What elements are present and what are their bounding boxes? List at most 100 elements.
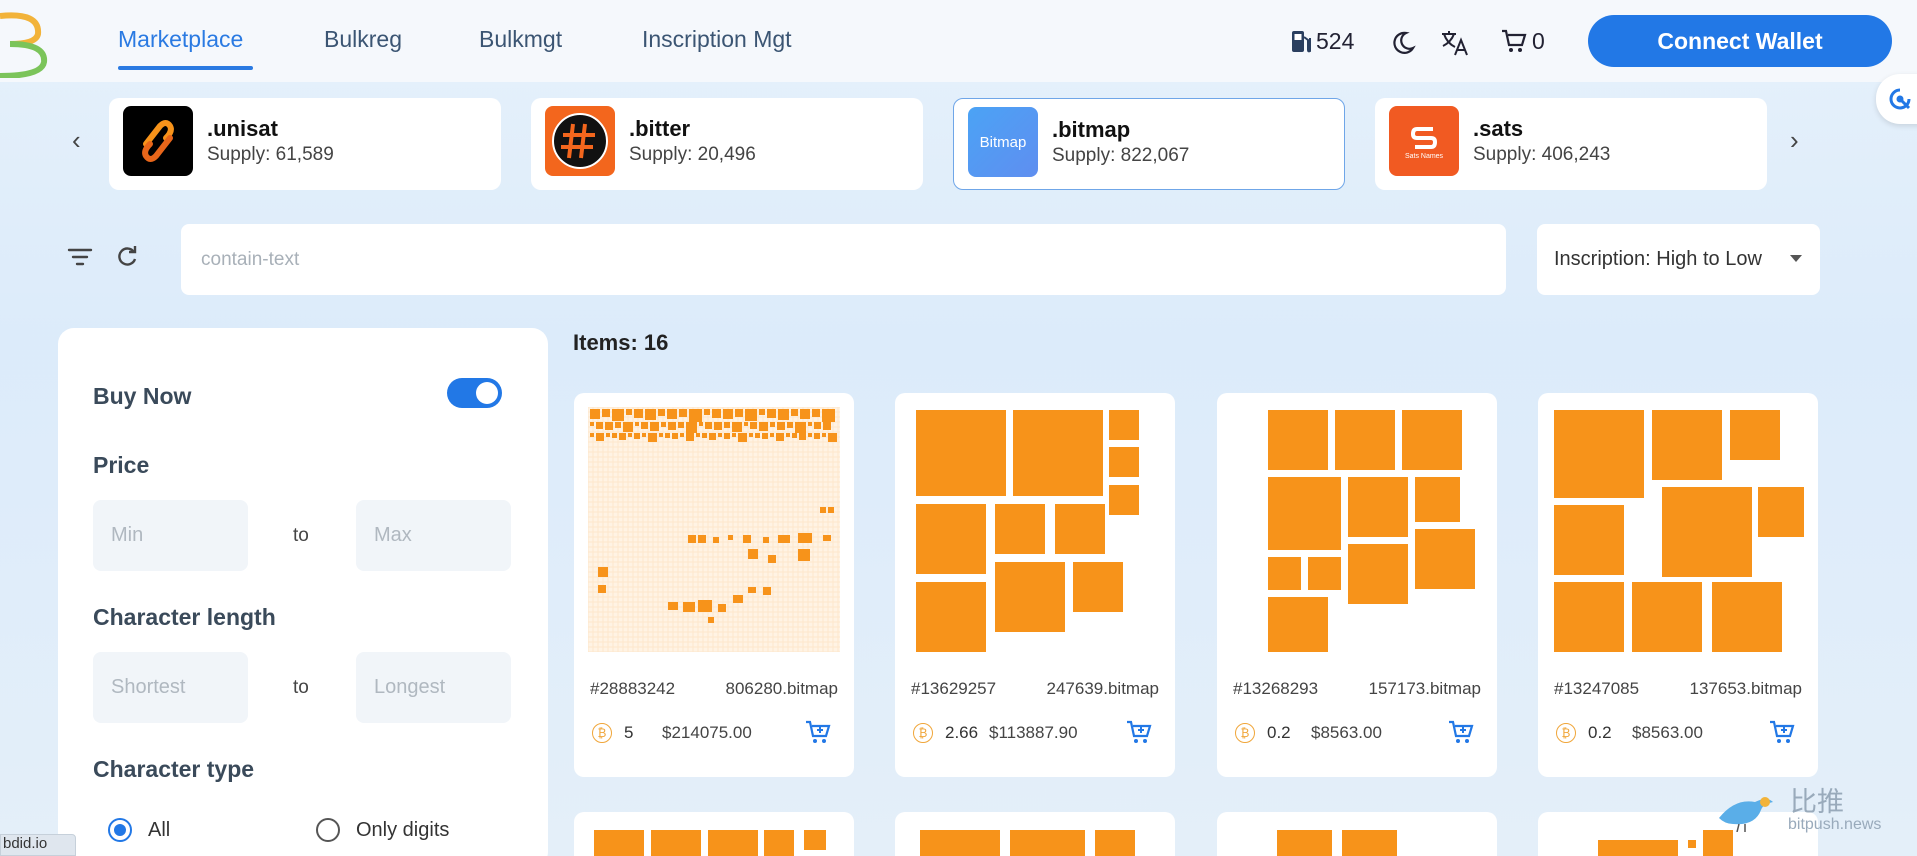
- item-inscription-number: #13247085: [1554, 679, 1640, 698]
- mosaic-block: [712, 409, 721, 418]
- radio-only-digits[interactable]: [316, 818, 340, 842]
- length-min-input[interactable]: [93, 652, 248, 723]
- item-card[interactable]: #13268293 157173.bitmap ₿ 0.2 $8563.00: [1217, 393, 1497, 777]
- length-max-input[interactable]: [356, 652, 511, 723]
- item-price-btc: 2.66: [945, 723, 979, 742]
- bitmap-artwork: [588, 407, 840, 652]
- mosaic-block: [680, 433, 684, 437]
- helper-icon: [1889, 88, 1911, 110]
- item-price-btc: 0.2: [1267, 723, 1291, 742]
- mosaic-block: [759, 409, 765, 415]
- item-price-usd: $113887.90: [989, 723, 1078, 742]
- price-max-input[interactable]: [356, 500, 511, 571]
- carousel-prev-button[interactable]: ‹: [72, 125, 81, 156]
- add-to-cart-icon[interactable]: [804, 718, 832, 746]
- mosaic-block: [822, 409, 835, 422]
- collection-supply: Supply: 406,243: [1473, 144, 1611, 165]
- translate-icon[interactable]: [1440, 28, 1470, 58]
- nav-inscription-mgt[interactable]: Inscription Mgt: [642, 26, 792, 53]
- bitmap-artwork: [1268, 410, 1475, 652]
- search-input[interactable]: [181, 224, 1506, 295]
- mosaic-block: [634, 409, 643, 418]
- mosaic-block: [702, 433, 707, 438]
- item-card[interactable]: #28883242 806280.bitmap ₿ 5 $214075.00: [574, 393, 854, 777]
- refresh-icon[interactable]: [115, 245, 139, 269]
- item-card[interactable]: [1217, 812, 1497, 856]
- collection-supply: Supply: 20,496: [629, 144, 756, 165]
- character-type-label: Character type: [93, 756, 255, 782]
- item-price-usd: $8563.00: [1632, 723, 1703, 742]
- app-logo[interactable]: [0, 4, 50, 78]
- mosaic-block: [661, 422, 666, 427]
- mosaic-block: [770, 433, 774, 437]
- item-card[interactable]: #13629257 247639.bitmap ₿ 2.66 $113887.9…: [895, 393, 1175, 777]
- mosaic-block: [791, 409, 798, 416]
- floating-helper-button[interactable]: [1876, 74, 1917, 124]
- sort-selected-value: Inscription: High to Low: [1554, 248, 1762, 270]
- price-label: Price: [93, 452, 150, 478]
- cart-icon: [1502, 29, 1527, 52]
- item-price-usd: $8563.00: [1311, 723, 1382, 742]
- gas-pump-icon: [1292, 31, 1311, 53]
- mosaic-block: [814, 433, 820, 439]
- item-card[interactable]: [574, 812, 854, 856]
- bitmap-artwork: [1277, 830, 1397, 856]
- item-inscription-number: #13268293: [1233, 679, 1319, 698]
- item-name: 806280.bitmap: [725, 679, 838, 698]
- mosaic-block: [590, 409, 600, 419]
- mosaic-block: [658, 409, 665, 416]
- mosaic-block: [749, 433, 753, 437]
- length-to-label: to: [293, 677, 309, 698]
- mosaic-block: [605, 422, 613, 430]
- collection-card-unisat[interactable]: .unisat Supply: 61,589: [109, 98, 501, 190]
- mosaic-block: [767, 409, 776, 418]
- mosaic-block: [735, 409, 743, 417]
- top-nav-bar: Marketplace Bulkreg Bulkmgt Inscription …: [0, 0, 1917, 82]
- sort-dropdown[interactable]: Inscription: High to Low: [1537, 224, 1820, 295]
- collection-card-bitter[interactable]: .bitter Supply: 20,496: [531, 98, 923, 190]
- nav-bulkmgt[interactable]: Bulkmgt: [479, 26, 562, 53]
- radio-all[interactable]: [108, 818, 132, 842]
- add-to-cart-icon[interactable]: [1125, 718, 1153, 746]
- add-to-cart-icon[interactable]: [1768, 718, 1796, 746]
- mosaic-block: [667, 409, 677, 419]
- mosaic-block: [619, 433, 626, 440]
- collection-name: .unisat: [207, 116, 278, 141]
- mosaic-block: [596, 433, 604, 441]
- nav-bulkreg[interactable]: Bulkreg: [324, 26, 402, 53]
- gas-value: 524: [1316, 27, 1355, 54]
- mosaic-block: [590, 433, 594, 437]
- mosaic-block: [723, 409, 733, 419]
- bitcoin-icon: ₿: [592, 723, 612, 743]
- buy-now-toggle[interactable]: [447, 378, 502, 408]
- mosaic-block: [738, 433, 747, 442]
- mosaic-block: [689, 409, 702, 422]
- item-name: 137653.bitmap: [1689, 679, 1802, 698]
- mosaic-block: [602, 409, 610, 417]
- filter-icon[interactable]: [67, 246, 93, 268]
- mosaic-block: [777, 422, 785, 430]
- nav-marketplace[interactable]: Marketplace: [118, 26, 243, 53]
- item-name: 247639.bitmap: [1046, 679, 1159, 698]
- watermark-en: bitpush.news: [1788, 816, 1882, 833]
- carousel-next-button[interactable]: ›: [1790, 125, 1799, 156]
- mosaic-block: [642, 433, 646, 437]
- collection-name: .bitter: [629, 116, 691, 141]
- mosaic-block: [787, 422, 793, 428]
- nav-active-underline: [118, 66, 253, 70]
- collection-card-sats[interactable]: Sats Names .sats Supply: 406,243: [1375, 98, 1767, 190]
- connect-wallet-button[interactable]: Connect Wallet: [1588, 15, 1892, 67]
- mosaic-block: [776, 433, 784, 441]
- add-to-cart-icon[interactable]: [1447, 718, 1475, 746]
- filter-panel: Buy Now Price to Character length to Cha…: [58, 328, 548, 856]
- item-card[interactable]: #13247085 137653.bitmap ₿ 0.2 $8563.00: [1538, 393, 1818, 777]
- cart-count: 0: [1532, 27, 1545, 54]
- item-inscription-number: #13629257: [911, 679, 997, 698]
- unisat-logo: [123, 106, 193, 176]
- mosaic-block: [696, 433, 700, 437]
- price-min-input[interactable]: [93, 500, 248, 571]
- collection-card-bitmap[interactable]: Bitmap .bitmap Supply: 822,067: [953, 98, 1345, 190]
- cart-indicator[interactable]: 0: [1500, 26, 1545, 56]
- moon-icon[interactable]: [1390, 28, 1416, 58]
- item-card[interactable]: [895, 812, 1175, 856]
